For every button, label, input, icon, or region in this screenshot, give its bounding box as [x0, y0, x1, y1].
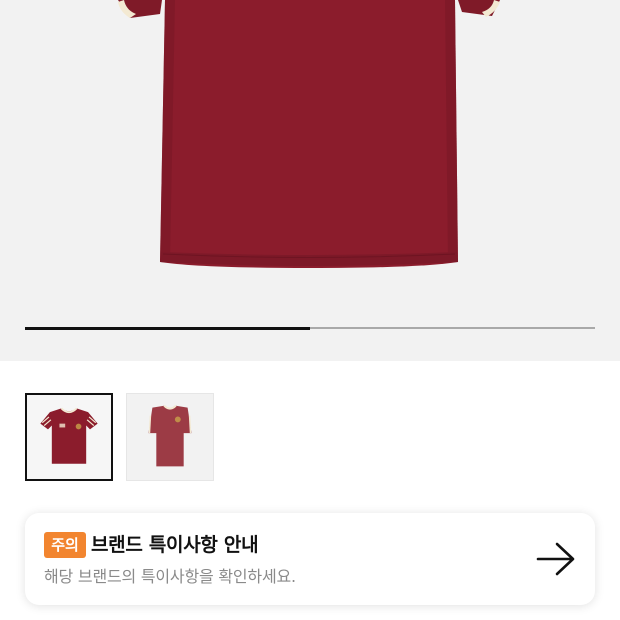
product-main-image — [118, 0, 500, 268]
thumbnail-model[interactable] — [126, 393, 214, 481]
carousel-progress-fill — [25, 326, 310, 330]
caution-badge: 주의 — [44, 532, 86, 558]
notice-title: 브랜드 특이사항 안내 — [91, 534, 259, 556]
thumbnail-front[interactable] — [25, 393, 113, 481]
notice-description: 해당 브랜드의 특이사항을 확인하세요. — [44, 567, 296, 586]
brand-notice-card[interactable]: 주의 브랜드 특이사항 안내 해당 브랜드의 특이사항을 확인하세요. — [25, 513, 595, 605]
tshirt-front-thumbnail-image — [27, 395, 111, 479]
arrow-right-icon[interactable] — [535, 541, 577, 577]
tshirt-model-thumbnail-image — [127, 394, 213, 480]
carousel-progress-bar — [25, 326, 595, 330]
product-image-carousel[interactable] — [0, 0, 620, 361]
